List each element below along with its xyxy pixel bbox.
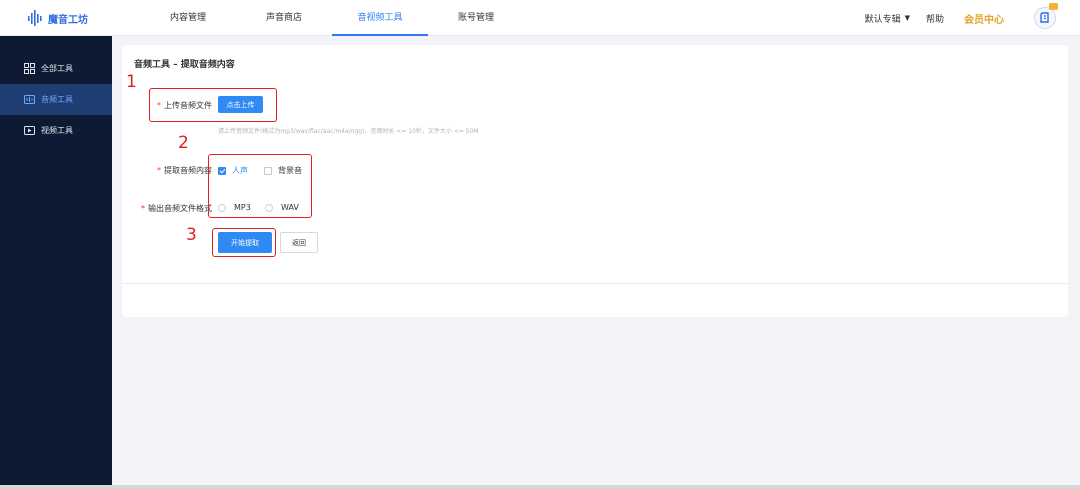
annotation-number-1: 1 [126,72,137,92]
caret-down-icon: ▼ [904,14,910,22]
sidebar-item-label: 全部工具 [41,64,73,73]
required-mark: * [157,166,161,175]
annotation-box-1 [149,88,277,122]
user-avatar-icon [1040,12,1049,23]
vip-center-link[interactable]: 会员中心 [964,11,1004,26]
audio-icon [24,95,35,104]
help-link[interactable]: 帮助 [926,12,944,25]
video-icon [24,126,35,135]
bottom-border [0,485,1080,489]
top-bar: 魔音工坊 内容管理 声音商店 音视频工具 账号管理 默认专辑 ▼ 帮助 会员中心 [0,0,1080,36]
logo-text: 魔音工坊 [48,14,88,26]
main-nav: 内容管理 声音商店 音视频工具 账号管理 [140,0,524,36]
nav-content-management[interactable]: 内容管理 [140,0,236,36]
format-label: * 输出音频文件格式 [120,203,212,214]
sidebar-item-video-tools[interactable]: 视频工具 [0,115,112,146]
sound-wave-icon [28,10,42,26]
annotation-number-3: 3 [186,225,197,245]
format-label-text: 输出音频文件格式 [148,204,212,213]
annotation-box-2 [208,154,312,218]
sidebar-item-all-tools[interactable]: 全部工具 [0,53,112,84]
album-label: 默认专辑 [864,14,901,25]
avatar[interactable] [1034,3,1058,29]
divider [122,283,1068,284]
upload-hint: 请上传音频文件(格式为mp3/wav/flac/aac/m4a/ogg)，音频时… [218,128,479,135]
sidebar-item-label: 音频工具 [41,95,73,104]
extract-label: * 提取音频内容 [140,165,212,176]
nav-av-tools[interactable]: 音视频工具 [332,0,428,36]
page-title: 音频工具 – 提取音频内容 [134,60,235,70]
album-dropdown[interactable]: 默认专辑 ▼ [865,12,910,25]
crown-icon [1049,3,1058,10]
annotation-number-2: 2 [178,133,189,153]
grid-icon [24,63,35,74]
sidebar: 全部工具 音频工具 视频工具 [0,36,112,485]
sidebar-item-audio-tools[interactable]: 音频工具 [0,84,112,115]
nav-account[interactable]: 账号管理 [428,0,524,36]
sidebar-item-label: 视频工具 [41,126,73,135]
required-mark: * [141,204,145,213]
annotation-box-3 [212,228,276,257]
extract-label-text: 提取音频内容 [164,166,212,175]
back-button[interactable]: 返回 [280,232,318,253]
nav-voice-store[interactable]: 声音商店 [236,0,332,36]
logo[interactable]: 魔音工坊 [28,9,88,27]
top-right-controls: 默认专辑 ▼ 帮助 会员中心 [865,0,1080,36]
